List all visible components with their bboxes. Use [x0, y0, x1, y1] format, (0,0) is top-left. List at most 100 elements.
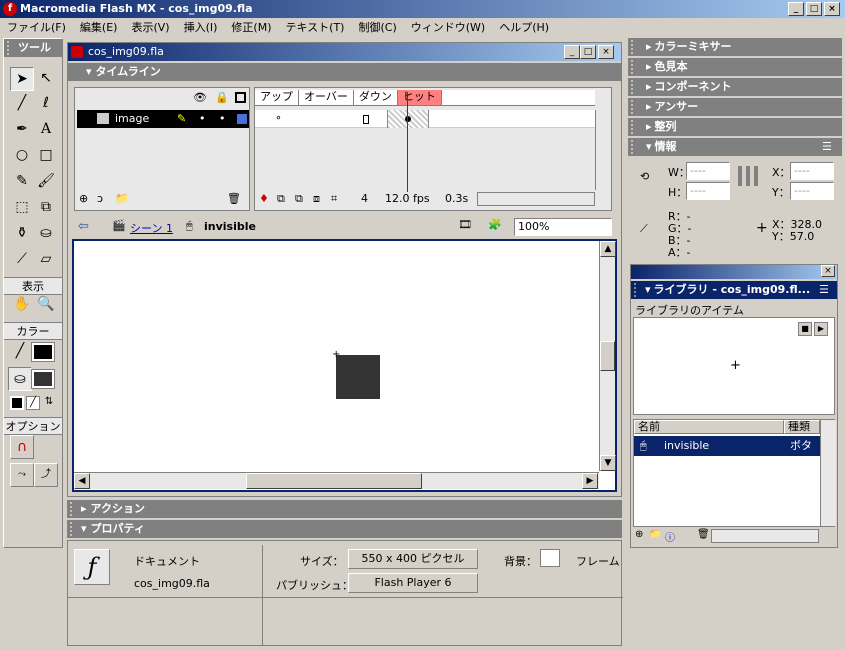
- library-hscroll[interactable]: [711, 529, 819, 543]
- minimize-button[interactable]: _: [788, 2, 804, 16]
- preview-play-button[interactable]: ▶: [814, 322, 828, 336]
- subselect-tool-icon[interactable]: ↖: [34, 67, 58, 91]
- fill-transform-tool-icon[interactable]: ⧉: [34, 196, 58, 220]
- tab-over[interactable]: オーバー: [299, 90, 354, 105]
- stage-hscroll[interactable]: ◀ ▶: [74, 472, 599, 489]
- menu-help[interactable]: ヘルプ(H): [492, 18, 556, 37]
- panel-info[interactable]: ▾ 情報 ☰: [628, 138, 842, 156]
- tab-down[interactable]: ダウン: [354, 90, 398, 105]
- line-tool-icon[interactable]: ╱: [10, 92, 34, 116]
- layer-row[interactable]: image ✎ • •: [77, 110, 249, 128]
- frames-vscroll[interactable]: [595, 110, 611, 190]
- edit-multiple-icon[interactable]: ⧈: [313, 192, 320, 206]
- col-name-header[interactable]: 名前: [634, 420, 784, 434]
- menu-control[interactable]: 制御(C): [351, 18, 403, 37]
- col-kind-header[interactable]: 種類: [784, 420, 820, 434]
- snap-magnet-icon[interactable]: ∩: [10, 435, 34, 459]
- delete-layer-icon[interactable]: 🗑: [227, 192, 241, 205]
- grid-registration-icon[interactable]: [738, 166, 758, 186]
- w-field[interactable]: ----: [686, 162, 730, 180]
- publish-button[interactable]: Flash Player 6: [348, 573, 478, 593]
- default-colors-icon[interactable]: [10, 396, 24, 410]
- panel-answers[interactable]: ▸ アンサー: [628, 98, 842, 116]
- lock-icon[interactable]: 🔒: [215, 91, 229, 104]
- scroll-left-button[interactable]: ◀: [74, 473, 90, 489]
- eraser-tool-icon[interactable]: ▱: [34, 248, 58, 272]
- library-menu-icon[interactable]: ☰: [819, 281, 829, 299]
- library-item[interactable]: 🖱 invisible ボタン: [634, 436, 820, 472]
- stage-vscroll[interactable]: ▲ ▼: [599, 241, 616, 471]
- lasso-tool-icon[interactable]: ℓ: [34, 92, 58, 116]
- smooth-icon[interactable]: ⤳: [10, 463, 34, 487]
- preview-stop-button[interactable]: ■: [798, 322, 812, 336]
- y-field[interactable]: ----: [790, 182, 834, 200]
- zoom-tool-icon[interactable]: 🔍: [34, 293, 58, 317]
- scroll-right-button[interactable]: ▶: [582, 473, 598, 489]
- tab-hit[interactable]: ヒット: [397, 90, 442, 105]
- edit-scene-icon[interactable]: 🎞: [458, 218, 472, 231]
- layer-lock-dot[interactable]: •: [219, 110, 226, 128]
- onion-skin-icon[interactable]: ⧉: [277, 192, 285, 206]
- doc-minimize-button[interactable]: _: [564, 45, 580, 59]
- menu-window[interactable]: ウィンドウ(W): [404, 18, 492, 37]
- maximize-button[interactable]: □: [806, 2, 822, 16]
- library-header[interactable]: ▾ ライブラリ - cos_img09.fl... ☰: [631, 281, 837, 299]
- scroll-thumb[interactable]: [600, 341, 615, 371]
- modify-markers-icon[interactable]: ⌗: [331, 192, 337, 206]
- new-folder-icon[interactable]: 📁: [649, 529, 661, 540]
- delete-item-icon[interactable]: 🗑: [697, 529, 710, 540]
- layer-visible-dot[interactable]: •: [199, 110, 206, 128]
- panel-align[interactable]: ▸ 整列: [628, 118, 842, 136]
- pen-tool-icon[interactable]: ✒: [10, 118, 34, 142]
- timeline-header[interactable]: ▾ タイムライン: [68, 63, 621, 81]
- frame-row[interactable]: ∘: [255, 110, 595, 128]
- menu-file[interactable]: ファイル(F): [0, 18, 73, 37]
- scroll-up-button[interactable]: ▲: [600, 241, 616, 257]
- keyframe-dot[interactable]: [405, 116, 411, 122]
- scene-link[interactable]: シーン 1: [130, 220, 173, 236]
- paint-bucket-tool-icon[interactable]: ⛀: [34, 222, 58, 246]
- add-guide-icon[interactable]: ↄ: [97, 192, 103, 205]
- properties-panel-header[interactable]: ▾ プロパティ: [67, 520, 622, 538]
- menu-view[interactable]: 表示(V): [124, 18, 176, 37]
- pencil-tool-icon[interactable]: ✎: [10, 170, 34, 194]
- eyedropper-tool-icon[interactable]: ⟋: [10, 248, 34, 272]
- h-field[interactable]: ----: [686, 182, 730, 200]
- playhead-line[interactable]: [407, 92, 408, 192]
- close-button[interactable]: ×: [824, 2, 840, 16]
- add-folder-icon[interactable]: 📁: [115, 192, 129, 205]
- text-tool-icon[interactable]: A: [34, 118, 58, 142]
- properties-icon[interactable]: ⓘ: [665, 529, 675, 544]
- menu-edit[interactable]: 編集(E): [73, 18, 125, 37]
- hscroll-thumb[interactable]: [246, 473, 422, 489]
- hand-tool-icon[interactable]: ✋: [10, 293, 34, 317]
- brush-tool-icon[interactable]: 🖌: [34, 170, 58, 194]
- layer-color-box[interactable]: [237, 114, 247, 124]
- edit-symbol-icon[interactable]: 🧩: [488, 218, 502, 231]
- size-button[interactable]: 550 x 400 ピクセル: [348, 549, 478, 569]
- background-color-swatch[interactable]: [540, 549, 560, 567]
- keyframe-end[interactable]: [363, 115, 369, 124]
- scroll-down-button[interactable]: ▼: [600, 455, 616, 471]
- back-arrow-icon[interactable]: ⇦: [78, 219, 89, 234]
- doc-close-button[interactable]: ×: [598, 45, 614, 59]
- panel-components[interactable]: ▸ コンポーネント: [628, 78, 842, 96]
- panel-menu-icon[interactable]: ☰: [822, 138, 832, 156]
- stroke-color-swatch[interactable]: [31, 342, 55, 362]
- menu-modify[interactable]: 修正(M): [224, 18, 278, 37]
- menu-text[interactable]: テキスト(T): [278, 18, 351, 37]
- oval-tool-icon[interactable]: ○: [10, 144, 34, 168]
- arrow-tool-icon[interactable]: ➤: [10, 67, 34, 91]
- ink-bottle-tool-icon[interactable]: ⚱: [10, 222, 34, 246]
- library-vscroll[interactable]: [820, 420, 836, 526]
- swap-colors-icon[interactable]: ⇅: [42, 396, 56, 410]
- actions-panel-header[interactable]: ▸ アクション: [67, 500, 622, 518]
- rectangle-tool-icon[interactable]: □: [34, 144, 58, 168]
- onion-outline-icon[interactable]: ⧉: [295, 192, 303, 206]
- straighten-icon[interactable]: ⤴: [34, 463, 58, 487]
- no-color-icon[interactable]: ╱: [26, 396, 40, 410]
- menu-insert[interactable]: 挿入(I): [177, 18, 225, 37]
- stage-square[interactable]: [336, 355, 380, 399]
- panel-swatches[interactable]: ▸ 色見本: [628, 58, 842, 76]
- panel-color-mixer[interactable]: ▸ カラーミキサー: [628, 38, 842, 56]
